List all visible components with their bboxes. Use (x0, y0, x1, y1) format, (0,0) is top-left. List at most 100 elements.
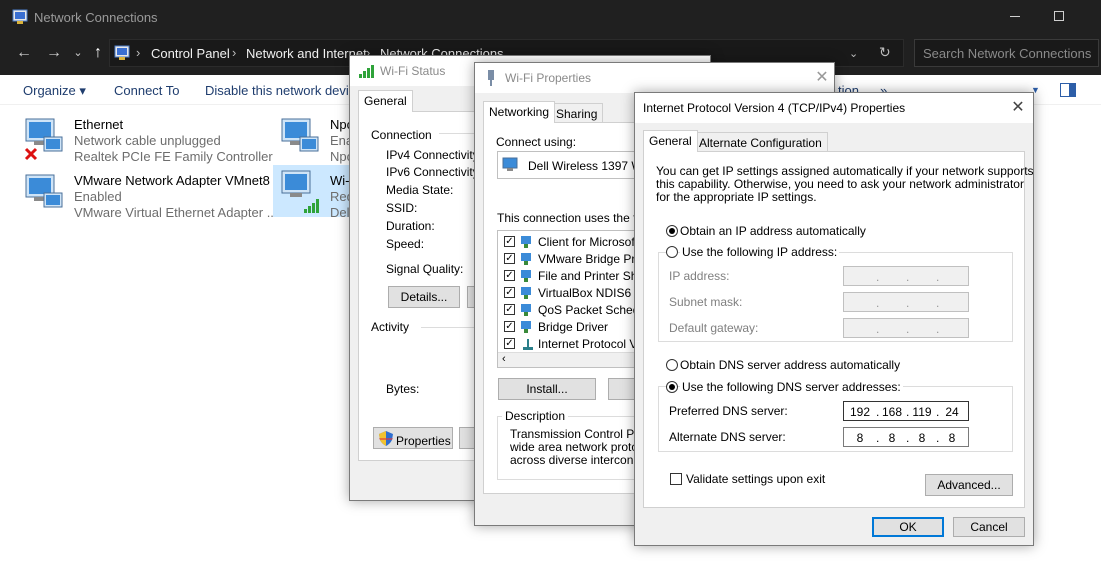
item-checkbox[interactable]: ✓ (504, 287, 515, 298)
adapter-name: Dell Wireless 1397 WL (528, 159, 650, 173)
breadcrumb-control-panel[interactable]: Control Panel (151, 46, 230, 61)
speed-label: Speed: (386, 237, 425, 251)
up-arrow-icon[interactable]: ↑ (88, 42, 108, 64)
explorer-title: Network Connections (34, 10, 158, 25)
ssid-label: SSID: (386, 201, 418, 215)
network-component-icon (521, 270, 531, 282)
alternate-dns-label: Alternate DNS server: (669, 430, 786, 444)
close-icon[interactable]: ✕ (1007, 97, 1029, 119)
radio-obtain-dns-auto[interactable] (666, 359, 678, 371)
default-gateway-field: ... (843, 318, 969, 338)
radio-obtain-ip-auto[interactable] (666, 225, 678, 237)
items-list[interactable]: ✓ Client for Microsoft N ✓ VMware Bridge… (497, 230, 657, 368)
properties-button-label: Properties (396, 434, 451, 448)
obtain-dns-auto-label[interactable]: Obtain DNS server address automatically (680, 358, 900, 372)
tab-general[interactable]: General (358, 90, 413, 112)
network-adapter-icon (25, 174, 63, 208)
validate-checkbox[interactable] (670, 473, 682, 485)
ip-octet[interactable]: 8 (878, 431, 906, 445)
search-box[interactable] (914, 39, 1099, 67)
explorer-title-bar: Network Connections (0, 0, 1101, 35)
uac-shield-icon (379, 431, 393, 446)
alternate-dns-field[interactable]: 8 . 8 . 8 . 8 (843, 427, 969, 447)
ip-address-field: ... (843, 266, 969, 286)
forward-arrow-icon[interactable]: → (44, 42, 64, 64)
uses-items-label: This connection uses the follo (497, 211, 656, 225)
connection-name: Ethernet (74, 117, 124, 132)
connection-status: Enabled (74, 189, 122, 204)
connection-wifi[interactable]: Wi- Red Dell (273, 165, 354, 220)
preferred-dns-label: Preferred DNS server: (669, 404, 788, 418)
connect-using-label: Connect using: (496, 135, 577, 149)
preview-pane-icon[interactable] (1060, 83, 1076, 97)
connection-ethernet[interactable]: Ethernet Network cable unplugged Realtek… (22, 113, 273, 165)
network-component-icon (523, 339, 533, 350)
default-gateway-label: Default gateway: (669, 321, 759, 335)
close-icon[interactable]: ✕ (811, 67, 833, 89)
connection-npcap[interactable]: Npc Ena Npc (278, 113, 358, 165)
disable-device-button[interactable]: Disable this network device (205, 83, 363, 98)
address-dropdown-icon[interactable]: ⌄ (849, 47, 858, 60)
signal-quality-label: Signal Quality: (386, 262, 464, 276)
connection-header: Connection (371, 128, 432, 142)
maximize-button[interactable] (1054, 11, 1064, 21)
breadcrumb-separator: › (232, 45, 237, 60)
advanced-button[interactable]: Advanced... (925, 474, 1013, 496)
activity-header: Activity (371, 320, 410, 334)
item-checkbox[interactable]: ✓ (504, 270, 515, 281)
validate-label[interactable]: Validate settings upon exit (686, 472, 825, 486)
properties-button[interactable]: Properties (373, 427, 453, 449)
ip-octet[interactable]: 168 (878, 405, 906, 419)
ipv4-general-panel: You can get IP settings assigned automat… (643, 151, 1034, 508)
ip-octet[interactable]: 8 (846, 431, 874, 445)
item-label: Internet Protocol Ver (538, 337, 648, 351)
network-component-icon (521, 236, 531, 248)
ip-octet[interactable]: 8 (938, 431, 966, 445)
ip-octet[interactable]: 119 (908, 405, 936, 419)
network-adapter-icon (502, 157, 518, 171)
item-label: VirtualBox NDIS6 Bri (538, 286, 650, 300)
item-checkbox[interactable]: ✓ (504, 321, 515, 332)
item-checkbox[interactable]: ✓ (504, 253, 515, 264)
ip-octet[interactable]: 192 (846, 405, 874, 419)
use-following-ip-label[interactable]: Use the following IP address: (680, 245, 840, 259)
item-checkbox[interactable]: ✓ (504, 338, 515, 349)
radio-use-following-ip[interactable] (666, 246, 678, 258)
cancel-button[interactable]: Cancel (953, 517, 1025, 537)
ok-button[interactable]: OK (872, 517, 944, 537)
organize-menu[interactable]: Organize ▾ (23, 83, 86, 99)
network-component-icon (521, 321, 531, 333)
activity-divider (421, 327, 481, 328)
details-button[interactable]: Details... (388, 286, 460, 308)
radio-use-following-dns[interactable] (666, 381, 678, 393)
recent-locations-icon[interactable]: ⌄ (68, 42, 88, 64)
install-button[interactable]: Install... (498, 378, 596, 400)
signal-bars-icon (304, 199, 319, 213)
item-checkbox[interactable]: ✓ (504, 304, 515, 315)
back-arrow-icon[interactable]: ← (14, 42, 34, 64)
connection-vmnet8[interactable]: VMware Network Adapter VMnet8 Enabled VM… (22, 169, 278, 221)
ip-octet[interactable]: 24 (938, 405, 966, 419)
tab-networking[interactable]: Networking (483, 101, 556, 123)
search-input[interactable] (915, 40, 1098, 66)
wifi-properties-title-bar: Wi-Fi Properties ✕ (475, 63, 834, 93)
subnet-mask-field: ... (843, 292, 969, 312)
tab-general[interactable]: General (643, 130, 698, 152)
item-checkbox[interactable]: ✓ (504, 236, 515, 247)
connect-to-button[interactable]: Connect To (114, 83, 180, 98)
ip-address-label: IP address: (669, 269, 730, 283)
obtain-ip-auto-label[interactable]: Obtain an IP address automatically (680, 224, 866, 238)
description-line: wide area network protoco (510, 440, 651, 454)
ip-octet[interactable]: 8 (908, 431, 936, 445)
intro-line: for the appropriate IP settings. (656, 190, 817, 204)
scroll-left-icon[interactable]: ‹ (502, 353, 506, 365)
tab-alternate-configuration[interactable]: Alternate Configuration (693, 132, 828, 152)
tab-sharing[interactable]: Sharing (550, 103, 604, 123)
minimize-button[interactable] (1010, 16, 1020, 17)
use-following-dns-label[interactable]: Use the following DNS server addresses: (680, 380, 903, 394)
connection-divider (439, 133, 479, 134)
ipv4-title-bar: Internet Protocol Version 4 (TCP/IPv4) P… (635, 93, 1033, 123)
wifi-status-title: Wi-Fi Status (380, 64, 446, 78)
preferred-dns-field[interactable]: 192 . 168 . 119 . 24 (843, 401, 969, 421)
refresh-icon[interactable]: ↻ (879, 44, 891, 61)
